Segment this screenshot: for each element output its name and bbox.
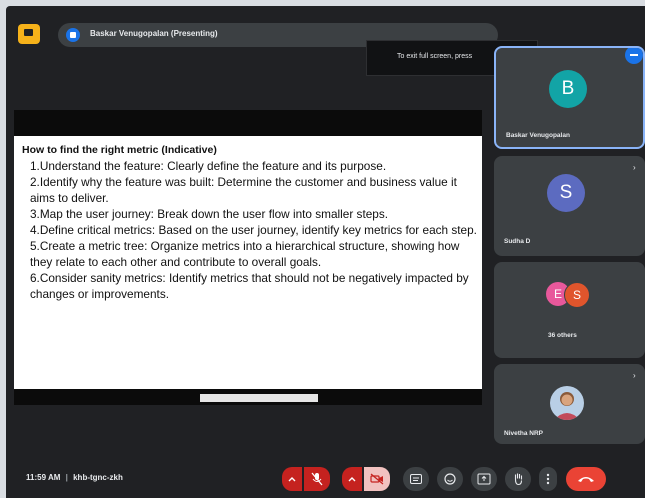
slide-line-4: 4.Define critical metrics: Based on the … <box>30 223 477 237</box>
raise-hand-button[interactable] <box>505 467 531 491</box>
slide-sharing-strip <box>200 394 318 402</box>
emoji-icon <box>444 473 456 485</box>
mic-off-icon <box>311 472 323 486</box>
slide-line-3: 3.Map the user journey: Break down the u… <box>30 207 389 221</box>
mic-toggle-button[interactable] <box>304 467 330 491</box>
slide-title: How to find the right metric (Indicative… <box>22 144 217 156</box>
participant-name: 36 others <box>548 332 577 339</box>
slide-top-margin <box>14 110 482 136</box>
participant-tile-others[interactable]: E S 36 others <box>494 262 645 358</box>
mic-options-button[interactable] <box>282 467 302 491</box>
captions-button[interactable] <box>403 467 429 491</box>
info-separator: | <box>65 473 68 482</box>
slide-line-5: 5.Create a metric tree: Organize metrics… <box>30 239 460 269</box>
meeting-code: khb-tgnc-zkh <box>73 473 123 482</box>
presentation-slide: How to find the right metric (Indicative… <box>14 136 482 389</box>
participant-tile-baskar[interactable]: B Baskar Venugopalan <box>494 46 645 149</box>
captions-icon <box>410 474 422 484</box>
camera-off-icon <box>370 473 384 485</box>
participant-tile-nivetha[interactable]: › Nivetha NRP <box>494 364 645 444</box>
chevron-up-icon <box>288 477 296 482</box>
pin-icon[interactable] <box>625 48 643 64</box>
chevron-up-icon <box>348 477 356 482</box>
avatar: B <box>549 70 587 108</box>
meeting-info: 11:59 AM | khb-tgnc-zkh <box>26 473 123 482</box>
camera-options-button[interactable] <box>342 467 362 491</box>
slide-body: 1.Understand the feature: Clearly define… <box>22 158 477 302</box>
present-button[interactable] <box>471 467 497 491</box>
slide-bottom-margin <box>14 389 482 405</box>
slide-line-1: 1.Understand the feature: Clearly define… <box>30 159 387 173</box>
avatar: S <box>547 174 585 212</box>
leave-call-button[interactable] <box>566 467 606 491</box>
slide-line-2: 2.Identify why the feature was built: De… <box>30 175 457 205</box>
camera-toggle-button[interactable] <box>364 467 390 491</box>
more-options-icon <box>546 473 550 485</box>
more-options-button[interactable] <box>539 467 557 491</box>
leave-call-icon <box>578 477 594 482</box>
slide-line-6: 6.Consider sanity metrics: Identify metr… <box>30 271 469 301</box>
participant-tile-sudha[interactable]: › S Sudha D <box>494 156 645 256</box>
mic-off-icon: › <box>633 163 636 172</box>
meet-window: Baskar Venugopalan (Presenting) To exit … <box>6 6 645 498</box>
raise-hand-icon <box>514 473 523 486</box>
emoji-button[interactable] <box>437 467 463 491</box>
avatar: S <box>564 282 590 308</box>
profile-photo <box>550 386 584 420</box>
toast-message: To exit full screen, press <box>397 53 473 60</box>
participant-name: Nivetha NRP <box>504 430 544 437</box>
bottom-bar: 11:59 AM | khb-tgnc-zkh <box>6 451 645 498</box>
participant-name: Sudha D <box>504 238 531 245</box>
person-icon <box>554 392 580 420</box>
meet-logo-icon <box>18 24 40 44</box>
participant-name: Baskar Venugopalan <box>506 132 570 139</box>
presenting-icon <box>66 28 80 42</box>
presenting-label: Baskar Venugopalan (Presenting) <box>90 29 218 38</box>
mic-off-icon: › <box>633 371 636 380</box>
present-icon <box>477 473 491 485</box>
clock-time: 11:59 AM <box>26 473 61 482</box>
